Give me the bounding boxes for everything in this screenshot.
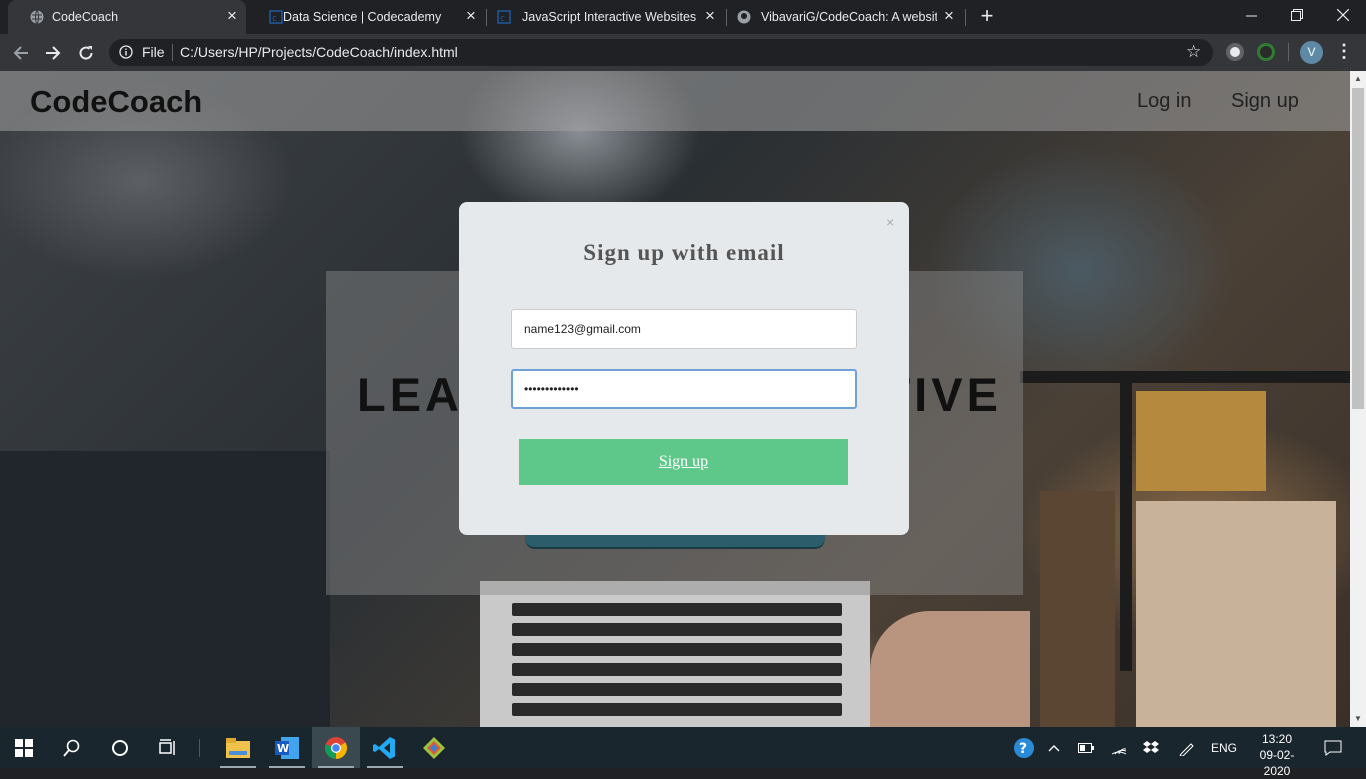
task-view-icon[interactable] [144, 727, 192, 768]
scrollbar-thumb[interactable] [1352, 88, 1364, 409]
page-viewport: LEARN TO BE CREATIVE CodeCoach Log in Si… [0, 71, 1350, 727]
menu-kebab-icon[interactable]: ⋮ [1335, 42, 1353, 62]
hand-shape [870, 611, 1030, 727]
vscode-icon[interactable] [361, 727, 409, 768]
codecademy-icon: c [497, 10, 511, 24]
pen-workspace-icon[interactable] [1176, 727, 1198, 768]
tab-separator [965, 9, 966, 26]
omnibox-separator [172, 44, 173, 61]
tab-data-science[interactable]: c Data Science | Codecademy × [247, 0, 485, 34]
windows-taskbar: W ? ENG 13:20 09-02-2020 [0, 727, 1366, 778]
wifi-icon[interactable] [1108, 727, 1130, 768]
laptop-keyboard-image [480, 581, 870, 727]
svg-text:c: c [272, 14, 277, 24]
chrome-taskbar-icon[interactable] [312, 727, 360, 768]
profile-avatar[interactable]: V [1300, 41, 1323, 64]
toolbar-separator [1288, 43, 1289, 61]
modal-close-icon[interactable]: × [886, 214, 894, 230]
rug-pattern [1136, 501, 1336, 727]
notifications-icon[interactable] [1322, 727, 1344, 768]
site-navbar: CodeCoach Log in Sign up [0, 71, 1350, 131]
keyboard-row [512, 623, 842, 636]
extension-grammarly-icon[interactable] [1257, 43, 1275, 61]
tab-label: VibavariG/CodeCoach: A website [761, 10, 937, 24]
scheme-label: File [142, 44, 165, 60]
address-bar[interactable]: File C:/Users/HP/Projects/CodeCoach/inde… [109, 39, 1213, 66]
clock-time: 13:20 [1261, 732, 1293, 746]
tab-strip: CodeCoach × c Data Science | Codecademy … [0, 0, 1366, 34]
password-field[interactable]: ••••••••••••• [511, 369, 857, 409]
url-text[interactable]: C:/Users/HP/Projects/CodeCoach/index.htm… [180, 44, 458, 60]
taskbar-separator [199, 739, 200, 757]
keyboard-row [512, 683, 842, 696]
cortana-icon[interactable] [96, 727, 144, 768]
tab-javascript[interactable]: c JavaScript Interactive Websites | C × [487, 0, 725, 34]
email-field[interactable]: name123@gmail.com [511, 309, 857, 349]
tab-label: JavaScript Interactive Websites | C [522, 10, 698, 24]
modal-title: Sign up with email [583, 240, 785, 265]
signup-modal: × Sign up with email name123@gmail.com •… [459, 202, 909, 535]
floor-shadow [0, 451, 330, 727]
extension-record-icon[interactable] [1226, 43, 1244, 61]
close-tab-icon[interactable]: × [702, 7, 718, 25]
restore-icon[interactable] [1274, 0, 1320, 30]
bookmark-star-icon[interactable]: ☆ [1186, 42, 1201, 62]
keyboard-row [512, 663, 842, 676]
language-indicator[interactable]: ENG [1208, 727, 1240, 768]
close-window-icon[interactable] [1320, 0, 1366, 30]
word-icon[interactable]: W [263, 727, 311, 768]
nav-signup-link[interactable]: Sign up [1231, 90, 1299, 113]
dropbox-icon[interactable] [1140, 727, 1162, 768]
browser-toolbar: File C:/Users/HP/Projects/CodeCoach/inde… [0, 34, 1366, 71]
rug-stripe [1020, 371, 1350, 383]
clock-date: 09-02-2020 [1259, 748, 1295, 778]
tab-label: CodeCoach [52, 10, 119, 24]
git-gui-icon[interactable] [410, 727, 458, 768]
close-tab-icon[interactable]: × [463, 7, 479, 25]
info-icon[interactable] [119, 45, 133, 59]
reload-icon[interactable] [73, 40, 99, 66]
system-clock[interactable]: 13:20 09-02-2020 [1247, 731, 1307, 779]
windows-start-icon[interactable] [0, 727, 48, 768]
svg-text:W: W [277, 742, 289, 755]
brand-logo[interactable]: CodeCoach [30, 84, 202, 120]
rug-pattern [1136, 391, 1266, 491]
search-icon[interactable] [48, 727, 96, 768]
codecademy-icon: c [269, 10, 283, 24]
new-tab-icon[interactable]: + [975, 5, 999, 29]
back-icon[interactable] [8, 40, 34, 66]
scroll-up-icon[interactable]: ▲ [1350, 71, 1366, 87]
nav-login-link[interactable]: Log in [1137, 90, 1192, 113]
tab-codecoach[interactable]: CodeCoach × [8, 0, 246, 34]
keyboard-row [512, 643, 842, 656]
rug-pattern [1040, 491, 1115, 727]
rug-stripe [1120, 371, 1132, 671]
file-explorer-icon[interactable] [214, 727, 262, 768]
scroll-down-icon[interactable]: ▼ [1350, 711, 1366, 727]
svg-text:c: c [500, 14, 505, 24]
tray-chevron-up-icon[interactable] [1043, 727, 1065, 768]
svg-text:?: ? [1019, 741, 1027, 757]
tab-github[interactable]: VibavariG/CodeCoach: A website × [727, 0, 965, 34]
battery-icon[interactable] [1075, 727, 1097, 768]
forward-icon[interactable] [40, 40, 66, 66]
tab-label: Data Science | Codecademy [283, 10, 442, 24]
close-tab-icon[interactable]: × [224, 7, 240, 25]
help-icon[interactable]: ? [1011, 727, 1037, 768]
signup-submit-button[interactable]: Sign up [519, 439, 848, 485]
github-icon [737, 10, 751, 24]
close-tab-icon[interactable]: × [941, 7, 957, 25]
minimize-icon[interactable] [1228, 0, 1274, 30]
page-scrollbar[interactable]: ▲ ▼ [1350, 71, 1366, 727]
globe-icon [30, 10, 44, 24]
keyboard-row [512, 603, 842, 616]
keyboard-row [512, 703, 842, 716]
